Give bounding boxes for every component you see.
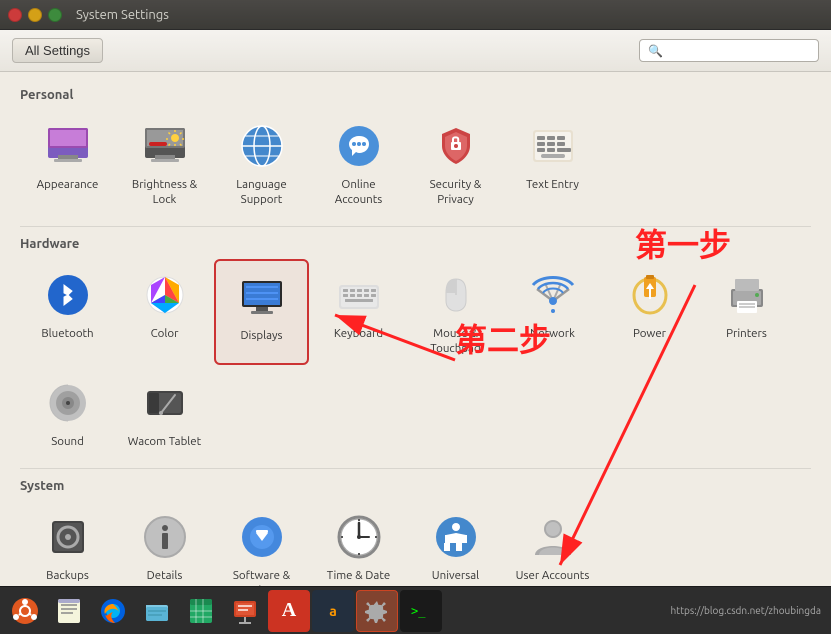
settings-item-security[interactable]: Security & Privacy xyxy=(408,110,503,216)
taskbar-spreadsheet[interactable] xyxy=(180,590,222,632)
software-icon xyxy=(236,511,288,563)
settings-item-mouse[interactable]: Mouse & Touchpad xyxy=(408,259,503,365)
sound-icon xyxy=(42,377,94,429)
search-icon: 🔍 xyxy=(648,44,663,58)
settings-item-color[interactable]: Color xyxy=(117,259,212,365)
settings-item-keyboard[interactable]: Keyboard xyxy=(311,259,406,365)
online-accounts-label: Online Accounts xyxy=(317,178,400,208)
settings-item-users[interactable]: User Accounts xyxy=(505,501,600,586)
time-icon xyxy=(333,511,385,563)
search-box: 🔍 xyxy=(639,39,819,62)
settings-item-software[interactable]: Software & Updates xyxy=(214,501,309,586)
settings-item-appearance[interactable]: Appearance xyxy=(20,110,115,216)
taskbar-text-editor[interactable] xyxy=(48,590,90,632)
keyboard-label: Keyboard xyxy=(334,327,383,342)
software-label: Software & Updates xyxy=(220,569,303,586)
search-input[interactable] xyxy=(667,43,810,58)
network-label: Network xyxy=(530,327,575,342)
security-icon xyxy=(430,120,482,172)
personal-grid: Appearance Brightness & Lock xyxy=(20,110,811,216)
taskbar-presentation[interactable] xyxy=(224,590,266,632)
settings-item-details[interactable]: Details xyxy=(117,501,212,586)
system-grid: Backups Details Software xyxy=(20,501,811,586)
printers-label: Printers xyxy=(726,327,767,342)
settings-item-displays[interactable]: Displays xyxy=(214,259,309,365)
universal-icon xyxy=(430,511,482,563)
taskbar-ubuntu[interactable] xyxy=(4,590,46,632)
settings-item-sound[interactable]: Sound xyxy=(20,367,115,458)
section-system: System xyxy=(20,479,811,493)
displays-label: Displays xyxy=(240,329,282,344)
network-icon xyxy=(527,269,579,321)
universal-label: Universal Access xyxy=(414,569,497,586)
maximize-button[interactable] xyxy=(48,8,62,22)
taskbar-files[interactable] xyxy=(136,590,178,632)
keyboard-icon xyxy=(333,269,385,321)
close-button[interactable] xyxy=(8,8,22,22)
settings-item-universal[interactable]: Universal Access xyxy=(408,501,503,586)
security-label: Security & Privacy xyxy=(414,178,497,208)
online-accounts-icon xyxy=(333,120,385,172)
minimize-button[interactable] xyxy=(28,8,42,22)
titlebar: System Settings xyxy=(0,0,831,30)
users-label: User Accounts xyxy=(516,569,590,584)
language-icon xyxy=(236,120,288,172)
settings-item-text-entry[interactable]: Text Entry xyxy=(505,110,600,216)
taskbar-font[interactable]: A xyxy=(268,590,310,632)
svg-text:>_: >_ xyxy=(411,604,426,618)
main-content: Personal Appearance xyxy=(0,72,831,586)
hardware-grid: Bluetooth Color xyxy=(20,259,811,458)
settings-item-wacom[interactable]: Wacom Tablet xyxy=(117,367,212,458)
settings-item-brightness[interactable]: Brightness & Lock xyxy=(117,110,212,216)
brightness-icon xyxy=(139,120,191,172)
language-label: Language Support xyxy=(220,178,303,208)
power-icon xyxy=(624,269,676,321)
settings-item-online-accounts[interactable]: Online Accounts xyxy=(311,110,406,216)
window-title: System Settings xyxy=(76,8,169,22)
mouse-icon xyxy=(430,269,482,321)
settings-item-power[interactable]: Power xyxy=(602,259,697,365)
settings-item-backups[interactable]: Backups xyxy=(20,501,115,586)
settings-item-bluetooth[interactable]: Bluetooth xyxy=(20,259,115,365)
sound-label: Sound xyxy=(51,435,84,450)
taskbar: A a >_ https://blog.csdn.net/zhoubingda xyxy=(0,586,831,634)
users-icon xyxy=(527,511,579,563)
appearance-label: Appearance xyxy=(37,178,99,193)
backups-label: Backups xyxy=(46,569,89,584)
settings-item-printers[interactable]: Printers xyxy=(699,259,794,365)
taskbar-url: https://blog.csdn.net/zhoubingda xyxy=(670,605,827,616)
power-label: Power xyxy=(633,327,666,342)
color-icon xyxy=(139,269,191,321)
appearance-icon xyxy=(42,120,94,172)
taskbar-terminal[interactable]: >_ xyxy=(400,590,442,632)
mouse-label: Mouse & Touchpad xyxy=(414,327,497,357)
wacom-icon xyxy=(139,377,191,429)
details-icon xyxy=(139,511,191,563)
bluetooth-icon xyxy=(42,269,94,321)
toolbar: All Settings 🔍 xyxy=(0,30,831,72)
text-entry-icon xyxy=(527,120,579,172)
displays-icon xyxy=(236,271,288,323)
bluetooth-label: Bluetooth xyxy=(41,327,93,342)
wacom-label: Wacom Tablet xyxy=(128,435,201,450)
taskbar-amazon[interactable]: a xyxy=(312,590,354,632)
section-hardware: Hardware xyxy=(20,237,811,251)
backups-icon xyxy=(42,511,94,563)
color-label: Color xyxy=(151,327,179,342)
brightness-label: Brightness & Lock xyxy=(123,178,206,208)
time-label: Time & Date xyxy=(327,569,390,584)
settings-item-time[interactable]: Time & Date xyxy=(311,501,406,586)
text-entry-label: Text Entry xyxy=(526,178,579,193)
printers-icon xyxy=(721,269,773,321)
settings-item-network[interactable]: Network xyxy=(505,259,600,365)
settings-item-language[interactable]: Language Support xyxy=(214,110,309,216)
taskbar-settings[interactable] xyxy=(356,590,398,632)
section-personal: Personal xyxy=(20,88,811,102)
details-label: Details xyxy=(147,569,183,584)
all-settings-button[interactable]: All Settings xyxy=(12,38,103,63)
taskbar-firefox[interactable] xyxy=(92,590,134,632)
